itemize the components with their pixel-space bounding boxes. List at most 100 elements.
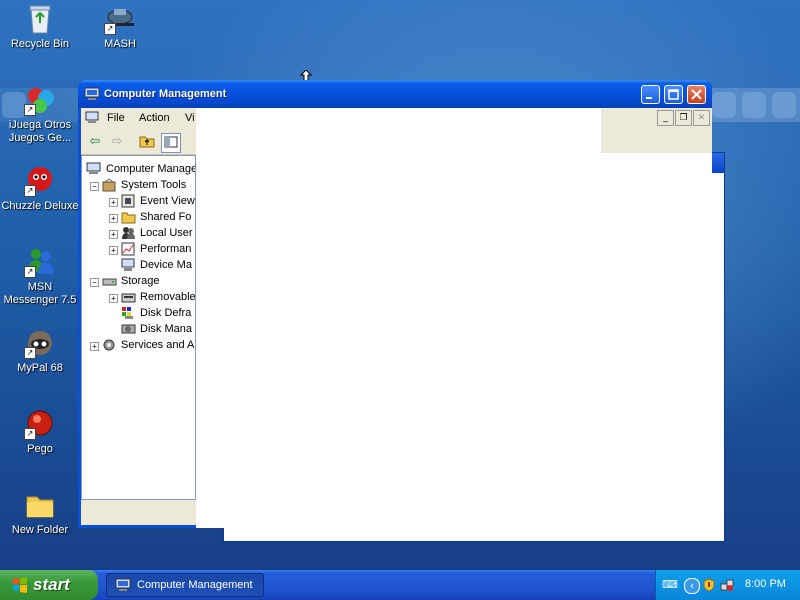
disk-management-icon	[121, 324, 136, 334]
details-pane[interactable]	[196, 108, 712, 528]
keyboard-icon[interactable]: ⌨	[662, 578, 678, 592]
desktop-icon-mash[interactable]: ↗ MASH	[80, 3, 160, 51]
tree-collapse-toggle[interactable]: −	[90, 182, 99, 191]
tree-item-label: Disk Defra	[140, 307, 192, 319]
tree-expand-toggle[interactable]: +	[109, 198, 118, 207]
toolbar: ⇦ ⇨	[81, 130, 196, 155]
tools-icon	[102, 178, 116, 192]
taskbar: start Computer Management ⌨ ‹ 8:00 PM	[0, 570, 800, 600]
start-button[interactable]: start	[0, 570, 98, 600]
chuzzle-icon: ↗	[24, 165, 56, 197]
start-label: start	[33, 575, 70, 594]
defrag-icon	[122, 307, 133, 319]
desktop-icon-chuzzle[interactable]: ↗ Chuzzle Deluxe	[0, 165, 80, 213]
performance-icon	[121, 242, 135, 256]
shortcut-arrow-icon: ↗	[24, 266, 36, 278]
desktop-icon-label: Recycle Bin	[10, 38, 70, 50]
computer-icon	[86, 162, 101, 174]
wallpaper-tile	[712, 92, 736, 118]
desktop-icon-recycle-bin[interactable]: Recycle Bin	[0, 3, 80, 51]
desktop-icon-label: MyPal 68	[17, 362, 63, 374]
desktop-icon-mypal[interactable]: ↗ MyPal 68	[0, 327, 80, 375]
tree-item-label: Device Ma	[140, 259, 192, 271]
tree-item-label: Services and A	[121, 339, 195, 351]
tree-item-label: Shared Fo	[140, 211, 192, 223]
mash-icon: ↗	[104, 3, 136, 35]
recycle-bin-icon	[24, 3, 56, 35]
maximize-button[interactable]	[664, 85, 683, 104]
console-tree[interactable]: Computer Manage − System Tools + Event V…	[81, 155, 196, 500]
tree-collapse-toggle[interactable]: −	[90, 278, 99, 287]
computer-management-icon	[115, 578, 131, 591]
mypal-icon: ↗	[24, 327, 56, 359]
desktop-icon-label: MSN Messenger 7.5	[3, 281, 77, 306]
window-titlebar[interactable]: Computer Management	[78, 80, 712, 108]
system-tray: ⌨ ‹ 8:00 PM	[655, 570, 800, 600]
device-manager-icon	[121, 258, 135, 271]
child-minimize-button[interactable]: _	[657, 110, 674, 126]
tree-item-label: Performan	[140, 243, 192, 255]
services-icon	[103, 339, 115, 351]
menu-view[interactable]: Vi	[185, 112, 195, 124]
clock[interactable]: 8:00 PM	[745, 578, 786, 590]
shortcut-arrow-icon: ↗	[24, 347, 36, 359]
tree-expand-toggle[interactable]: +	[90, 342, 99, 351]
tree-item-label: Disk Mana	[140, 323, 192, 335]
computer-management-icon	[84, 87, 100, 100]
menu-action[interactable]: Action	[139, 112, 170, 124]
minimize-button[interactable]	[641, 85, 660, 104]
pego-icon: ↗	[24, 408, 56, 440]
taskbar-item-label: Computer Management	[137, 579, 253, 591]
forward-arrow-icon[interactable]: ⇨	[108, 133, 126, 151]
computer-management-window: Computer Management File Action Vi ⇦ ⇨ C…	[78, 80, 712, 528]
menu-bar: File Action Vi	[81, 108, 196, 128]
tree-item-label: Removable	[140, 291, 196, 303]
desktop-icon-label: MASH	[104, 38, 136, 50]
tree-expand-toggle[interactable]: +	[109, 214, 118, 223]
taskbar-item-computer-management[interactable]: Computer Management	[106, 573, 264, 597]
shortcut-arrow-icon: ↗	[104, 23, 116, 35]
tree-item-label: Storage	[121, 275, 160, 287]
mmc-system-menu-icon[interactable]	[85, 111, 99, 124]
tree-item-label: Event View	[140, 195, 195, 207]
shortcut-arrow-icon: ↗	[24, 104, 36, 116]
desktop-icon-pego[interactable]: ↗ Pego	[0, 408, 80, 456]
event-viewer-icon	[121, 194, 135, 208]
storage-icon	[102, 278, 117, 286]
desktop-icon-label: New Folder	[11, 524, 69, 536]
desktop-icon-label: Chuzzle Deluxe	[1, 200, 79, 212]
desktop-icon-ijuega[interactable]: ↗ iJuega Otros Juegos Ge...	[0, 84, 80, 145]
back-arrow-icon[interactable]: ⇦	[86, 133, 104, 151]
windows-logo-icon	[13, 577, 27, 593]
up-one-level-icon[interactable]	[138, 133, 156, 151]
show-hide-console-tree-icon[interactable]	[161, 133, 181, 153]
folder-icon	[24, 489, 56, 521]
shared-folder-icon	[121, 212, 136, 224]
game-shortcut-icon: ↗	[24, 84, 56, 116]
child-close-button[interactable]: ✕	[693, 110, 710, 126]
tree-expand-toggle[interactable]: +	[109, 294, 118, 303]
tree-item-label: Local User	[140, 227, 193, 239]
desktop-icon-new-folder[interactable]: New Folder	[0, 489, 80, 537]
removable-storage-icon	[121, 293, 136, 303]
desktop: Recycle Bin ↗ MASH ↗ iJuega Otros Juegos…	[0, 0, 800, 570]
close-button[interactable]	[687, 85, 706, 104]
wallpaper-tile	[742, 92, 766, 118]
security-shield-icon[interactable]	[702, 578, 716, 592]
users-icon	[122, 227, 135, 239]
msn-messenger-icon: ↗	[24, 246, 56, 278]
tree-expand-toggle[interactable]: +	[109, 246, 118, 255]
menu-file[interactable]: File	[107, 112, 125, 124]
window-title: Computer Management	[104, 88, 227, 100]
tree-item-label: System Tools	[121, 179, 187, 191]
child-window-controls: _ ❐ ✕	[657, 110, 711, 126]
tree-expand-toggle[interactable]: +	[109, 230, 118, 239]
network-alert-icon[interactable]	[720, 578, 734, 592]
shortcut-arrow-icon: ↗	[24, 185, 36, 197]
desktop-icon-label: Pego	[27, 443, 53, 455]
desktop-icon-msn[interactable]: ↗ MSN Messenger 7.5	[0, 246, 80, 307]
child-restore-button[interactable]: ❐	[675, 110, 692, 126]
shortcut-arrow-icon: ↗	[24, 428, 36, 440]
desktop-icon-label: iJuega Otros Juegos Ge...	[8, 119, 72, 144]
show-hidden-icons-button[interactable]: ‹	[684, 578, 700, 594]
